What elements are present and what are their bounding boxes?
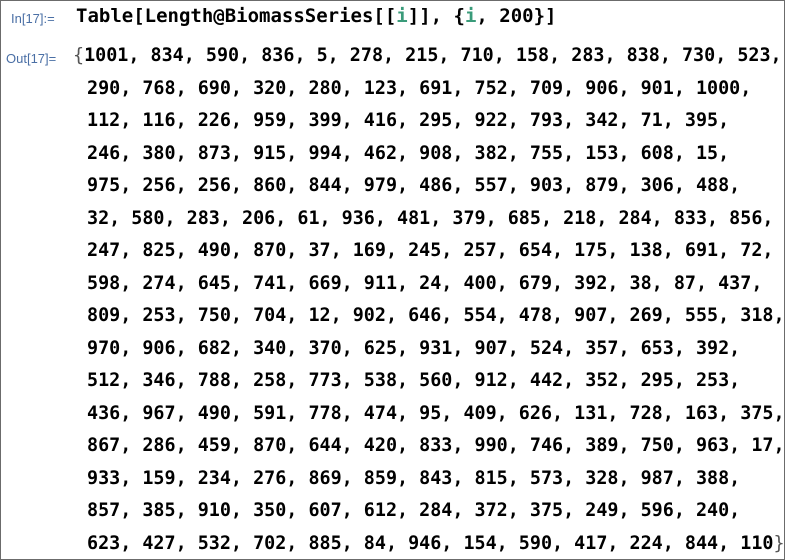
output-line: 857, 385, 910, 350, 607, 612, 284, 372, … <box>87 500 740 521</box>
input-label: In[17]:= <box>11 11 55 26</box>
loop-variable-i: i <box>396 5 408 27</box>
output-line: 933, 159, 234, 276, 869, 859, 843, 815, … <box>87 468 740 489</box>
output-line: 512, 346, 788, 258, 773, 538, 560, 912, … <box>87 370 740 391</box>
notebook-window: In[17]:= Table[Length@BiomassSeries[[i]]… <box>0 0 785 560</box>
output-line: 598, 274, 645, 741, 669, 911, 24, 400, 6… <box>87 273 762 294</box>
output-line: {1001, 834, 590, 836, 5, 278, 215, 710, … <box>73 45 782 66</box>
output-line: 809, 253, 750, 704, 12, 902, 646, 554, 4… <box>87 305 785 326</box>
close-brace: } <box>773 532 785 554</box>
output-line: 112, 116, 226, 959, 399, 416, 295, 922, … <box>87 110 729 131</box>
output-line-text: 290, 768, 690, 320, 280, 123, 691, 752, … <box>87 77 752 99</box>
output-line-text: 32, 580, 283, 206, 61, 936, 481, 379, 68… <box>87 207 774 229</box>
output-line-text: 247, 825, 490, 870, 37, 169, 245, 257, 6… <box>87 240 774 261</box>
output-line: 290, 768, 690, 320, 280, 123, 691, 752, … <box>87 78 751 99</box>
output-line-text: 436, 967, 490, 591, 778, 474, 95, 409, 6… <box>87 402 785 424</box>
output-line: 970, 906, 682, 340, 370, 625, 931, 907, … <box>87 338 740 359</box>
output-line-text: 975, 256, 256, 860, 844, 979, 486, 557, … <box>87 175 741 196</box>
input-code-tail: , 200}] <box>476 5 557 27</box>
input-code-mid: ]], { <box>407 5 465 27</box>
output-label: Out[17]= <box>6 51 57 66</box>
input-expression[interactable]: Table[Length@BiomassSeries[[i]], {i, 200… <box>76 5 556 27</box>
output-line: 32, 580, 283, 206, 61, 936, 481, 379, 68… <box>87 208 773 229</box>
output-line: 975, 256, 256, 860, 844, 979, 486, 557, … <box>87 175 740 196</box>
output-line: 623, 427, 532, 702, 885, 84, 946, 154, 5… <box>87 533 785 554</box>
output-line-text: 1001, 834, 590, 836, 5, 278, 215, 710, 1… <box>84 45 782 66</box>
output-line: 247, 825, 490, 870, 37, 169, 245, 257, 6… <box>87 240 773 261</box>
output-line: 867, 286, 459, 870, 644, 420, 833, 990, … <box>87 435 785 456</box>
output-line: 436, 967, 490, 591, 778, 474, 95, 409, 6… <box>87 403 785 424</box>
output-line-text: 970, 906, 682, 340, 370, 625, 931, 907, … <box>87 337 741 359</box>
output-line-text: 246, 380, 873, 915, 994, 462, 908, 382, … <box>87 142 730 164</box>
output-line-text: 857, 385, 910, 350, 607, 612, 284, 372, … <box>87 500 741 521</box>
input-cell[interactable]: In[17]:= Table[Length@BiomassSeries[[i]]… <box>1 1 784 37</box>
open-brace: { <box>73 45 85 66</box>
output-line-text: 623, 427, 532, 702, 885, 84, 946, 154, 5… <box>87 532 774 554</box>
iterator-variable-i: i <box>464 5 477 27</box>
output-line-text: 598, 274, 645, 741, 669, 911, 24, 400, 6… <box>87 272 763 294</box>
output-line-text: 933, 159, 234, 276, 869, 859, 843, 815, … <box>87 467 741 489</box>
output-line-text: 512, 346, 788, 258, 773, 538, 560, 912, … <box>87 370 741 391</box>
output-line-text: 809, 253, 750, 704, 12, 902, 646, 554, 4… <box>87 305 785 326</box>
output-line-text: 867, 286, 459, 870, 644, 420, 833, 990, … <box>87 435 785 456</box>
output-cell[interactable]: Out[17]= {1001, 834, 590, 836, 5, 278, 2… <box>1 41 785 559</box>
output-line-text: 112, 116, 226, 959, 399, 416, 295, 922, … <box>87 110 730 131</box>
output-line: 246, 380, 873, 915, 994, 462, 908, 382, … <box>87 143 729 164</box>
input-code-head: Table[Length@BiomassSeries[[ <box>76 5 397 27</box>
